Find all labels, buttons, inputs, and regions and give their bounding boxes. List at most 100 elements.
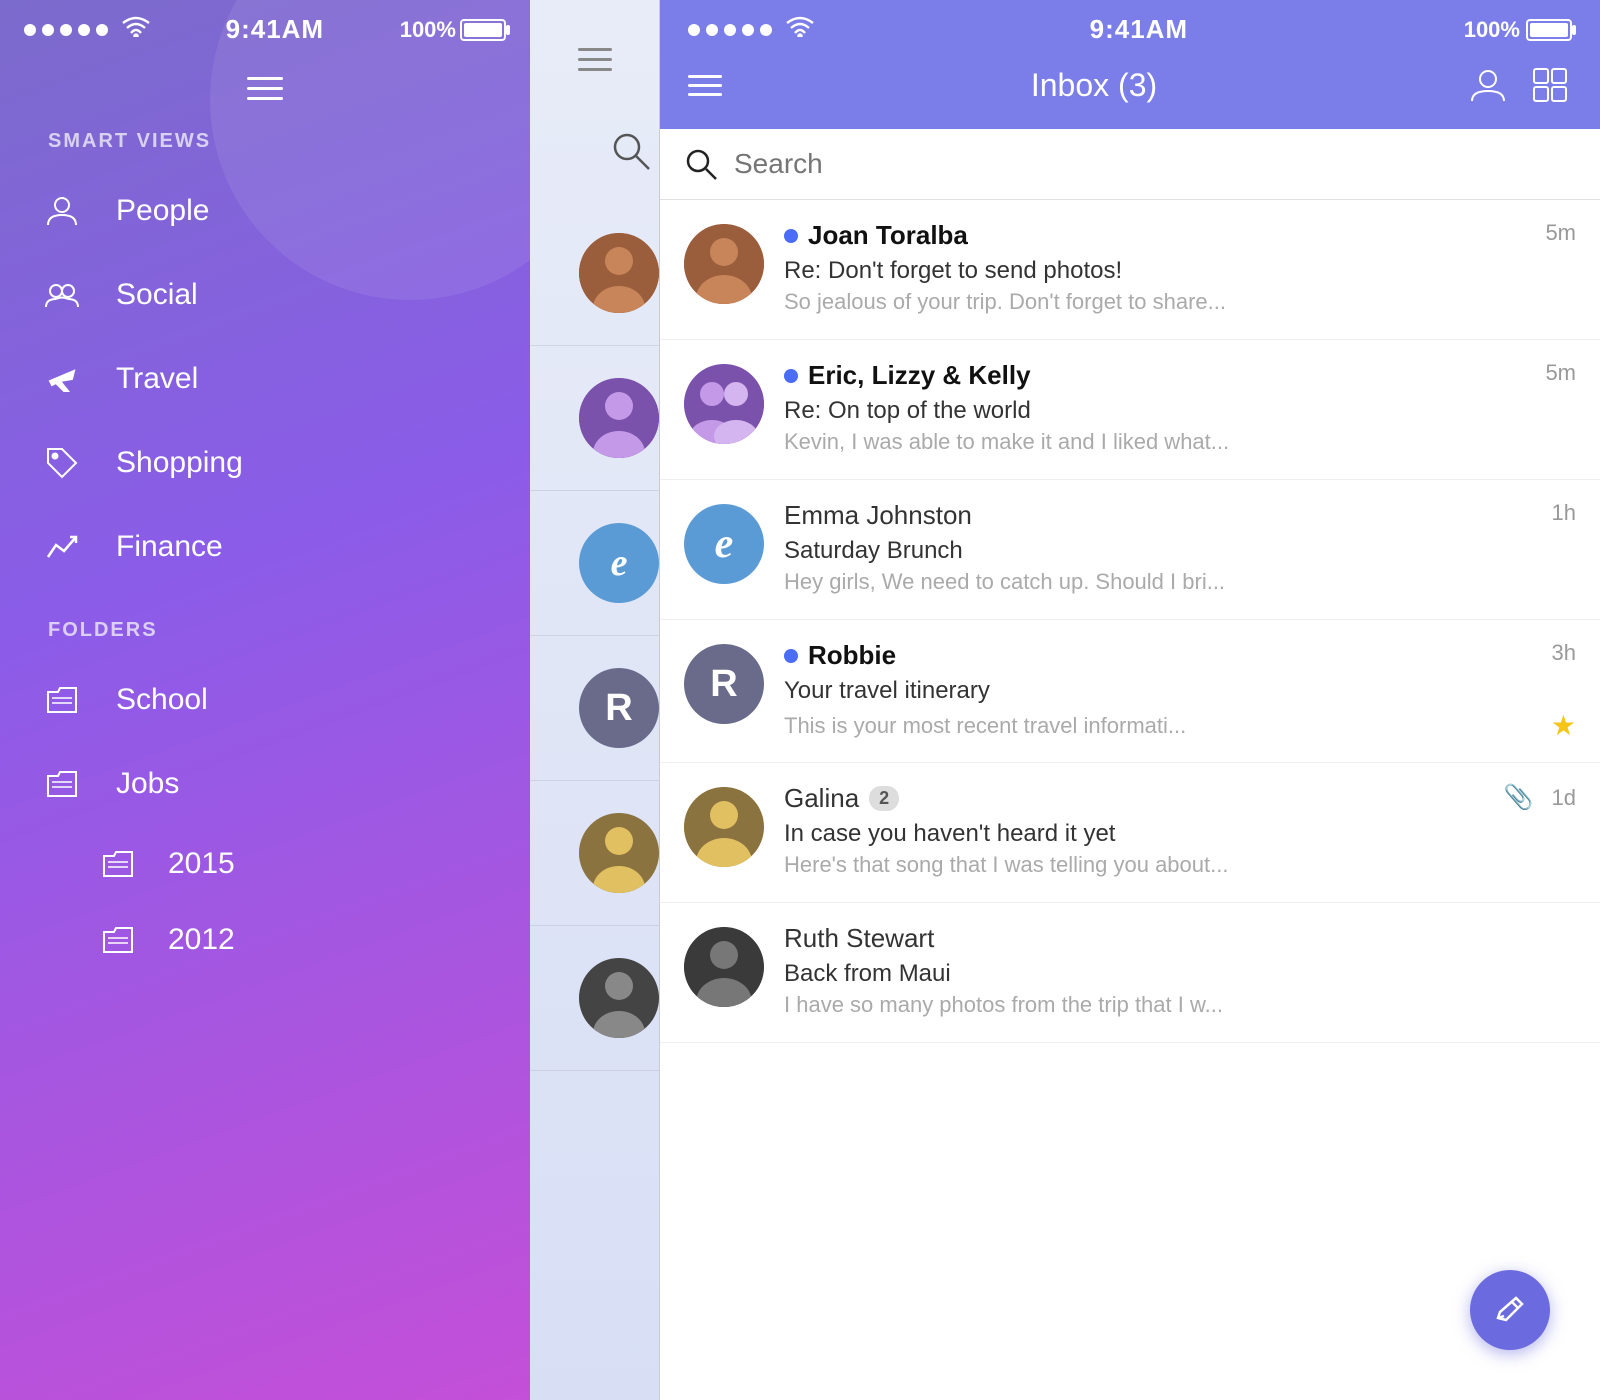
mid-avatar-3: e [579,523,659,603]
email-item-joan[interactable]: Joan Toralba 5m Re: Don't forget to send… [660,200,1600,340]
battery-percent-right: 100% [1464,17,1520,43]
email-item-galina[interactable]: Galina 2 📎 1d In case you haven't heard … [660,763,1600,903]
subject-robbie: Your travel itinerary [784,677,1576,705]
sidebar-item-travel[interactable]: Travel [0,337,530,421]
preview-robbie: This is your most recent travel informat… [784,713,1551,739]
email-item-ruth[interactable]: Ruth Stewart Back from Maui I have so ma… [660,903,1600,1043]
mid-avatar-1 [579,233,659,313]
hamburger-mid[interactable] [578,48,612,71]
2012-label: 2012 [168,923,235,957]
avatar-emma: e [684,504,764,584]
email-extras-robbie: 3h [1542,640,1576,666]
mid-list-item-5[interactable] [530,781,659,926]
hr-line1 [688,75,722,78]
unread-dot-robbie [784,649,798,663]
shopping-label: Shopping [116,446,243,480]
sidebar-item-people[interactable]: People [0,169,530,253]
rdot2 [706,24,718,36]
avatar-joan [684,224,764,304]
mid-list-item-1[interactable] [530,201,659,346]
avatar-emma-letter: e [715,520,734,568]
hamburger-icon[interactable] [247,77,283,100]
battery-area-right: 100% [1464,17,1572,43]
time-joan: 5m [1545,220,1576,246]
profile-icon-button[interactable] [1466,63,1510,107]
sidebar-item-jobs[interactable]: Jobs [0,742,530,826]
social-icon [40,273,84,317]
battery-fill-right [1530,23,1568,37]
email-list: Joan Toralba 5m Re: Don't forget to send… [660,200,1600,1400]
avatar-robbie: R [684,644,764,724]
status-bar-left: 9:41AM 100% [0,0,530,53]
email-header-joan: Joan Toralba 5m [784,220,1576,251]
star-icon-robbie: ★ [1551,709,1576,742]
battery-left: 100% [400,17,506,43]
sidebar-item-school[interactable]: School [0,658,530,742]
mid-list-item-4[interactable]: R [530,636,659,781]
sidebar-item-social[interactable]: Social [0,253,530,337]
school-label: School [116,683,208,717]
email-sender-row-galina: Galina 2 [784,783,899,814]
subject-galina: In case you haven't heard it yet [784,820,1576,848]
dot1 [24,24,36,36]
mid-avatar-6 [579,958,659,1038]
subject-joan: Re: Don't forget to send photos! [784,257,1576,285]
hamburger-line-3 [247,97,283,100]
badge-galina: 2 [869,786,899,811]
rdot5 [760,24,772,36]
mid-avatar-4: R [579,668,659,748]
mid-list-item-2[interactable] [530,346,659,491]
rdot1 [688,24,700,36]
email-header-eric: Eric, Lizzy & Kelly 5m [784,360,1576,391]
battery-bar-right [1526,19,1572,41]
top-nav-icons [1466,63,1572,107]
sender-robbie: Robbie [808,640,896,671]
battery-percent-left: 100% [400,17,456,43]
smart-views-label: SMART VIEWS [0,130,530,169]
tag-icon [40,441,84,485]
avatar-eric [684,364,764,444]
sidebar-item-shopping[interactable]: Shopping [0,421,530,505]
email-item-emma[interactable]: e Emma Johnston 1h Saturday Brunch Hey g… [660,480,1600,620]
avatar-ruth [684,927,764,1007]
battery-fill-left [464,23,502,37]
email-content-galina: Galina 2 📎 1d In case you haven't heard … [784,783,1576,878]
email-header-ruth: Ruth Stewart [784,923,1576,954]
sender-ruth: Ruth Stewart [784,923,934,954]
hamburger-left[interactable] [0,53,530,130]
email-item-eric[interactable]: Eric, Lizzy & Kelly 5m Re: On top of the… [660,340,1600,480]
time-robbie: 3h [1552,640,1576,666]
signal-dots-right [688,15,814,44]
search-icon [684,147,718,181]
folder-school-icon [40,678,84,722]
sidebar-item-2012[interactable]: 2012 [0,902,530,978]
time-galina: 1d [1552,785,1576,811]
mid-list-item-6[interactable] [530,926,659,1071]
search-input[interactable] [734,148,1576,180]
rdot3 [724,24,736,36]
sender-eric: Eric, Lizzy & Kelly [808,360,1031,391]
preview-galina: Here's that song that I was telling you … [784,852,1576,878]
sidebar-item-finance[interactable]: Finance [0,505,530,589]
mid-list-item-3[interactable]: e [530,491,659,636]
battery-bar-left [460,19,506,41]
status-bar-right: 9:41AM 100% [660,0,1600,53]
layout-icon-button[interactable] [1528,63,1572,107]
wifi-icon [122,15,150,44]
unread-dot-eric [784,369,798,383]
email-header-robbie: Robbie 3h [784,640,1576,671]
dot4 [78,24,90,36]
folders-label: FOLDERS [0,619,530,658]
folder-2015-icon [100,846,136,882]
unread-dot-joan [784,229,798,243]
email-item-robbie[interactable]: R Robbie 3h Your travel itinerary This i… [660,620,1600,763]
2015-label: 2015 [168,847,235,881]
hamburger-right-button[interactable] [688,75,722,96]
email-content-eric: Eric, Lizzy & Kelly 5m Re: On top of the… [784,360,1576,455]
compose-button[interactable] [1470,1270,1550,1350]
email-extras-galina: 📎 1d [1504,783,1576,812]
time-right: 9:41AM [1090,14,1188,45]
folder-jobs-icon [40,762,84,806]
middle-panel: e R [530,0,660,1400]
sidebar-item-2015[interactable]: 2015 [0,826,530,902]
